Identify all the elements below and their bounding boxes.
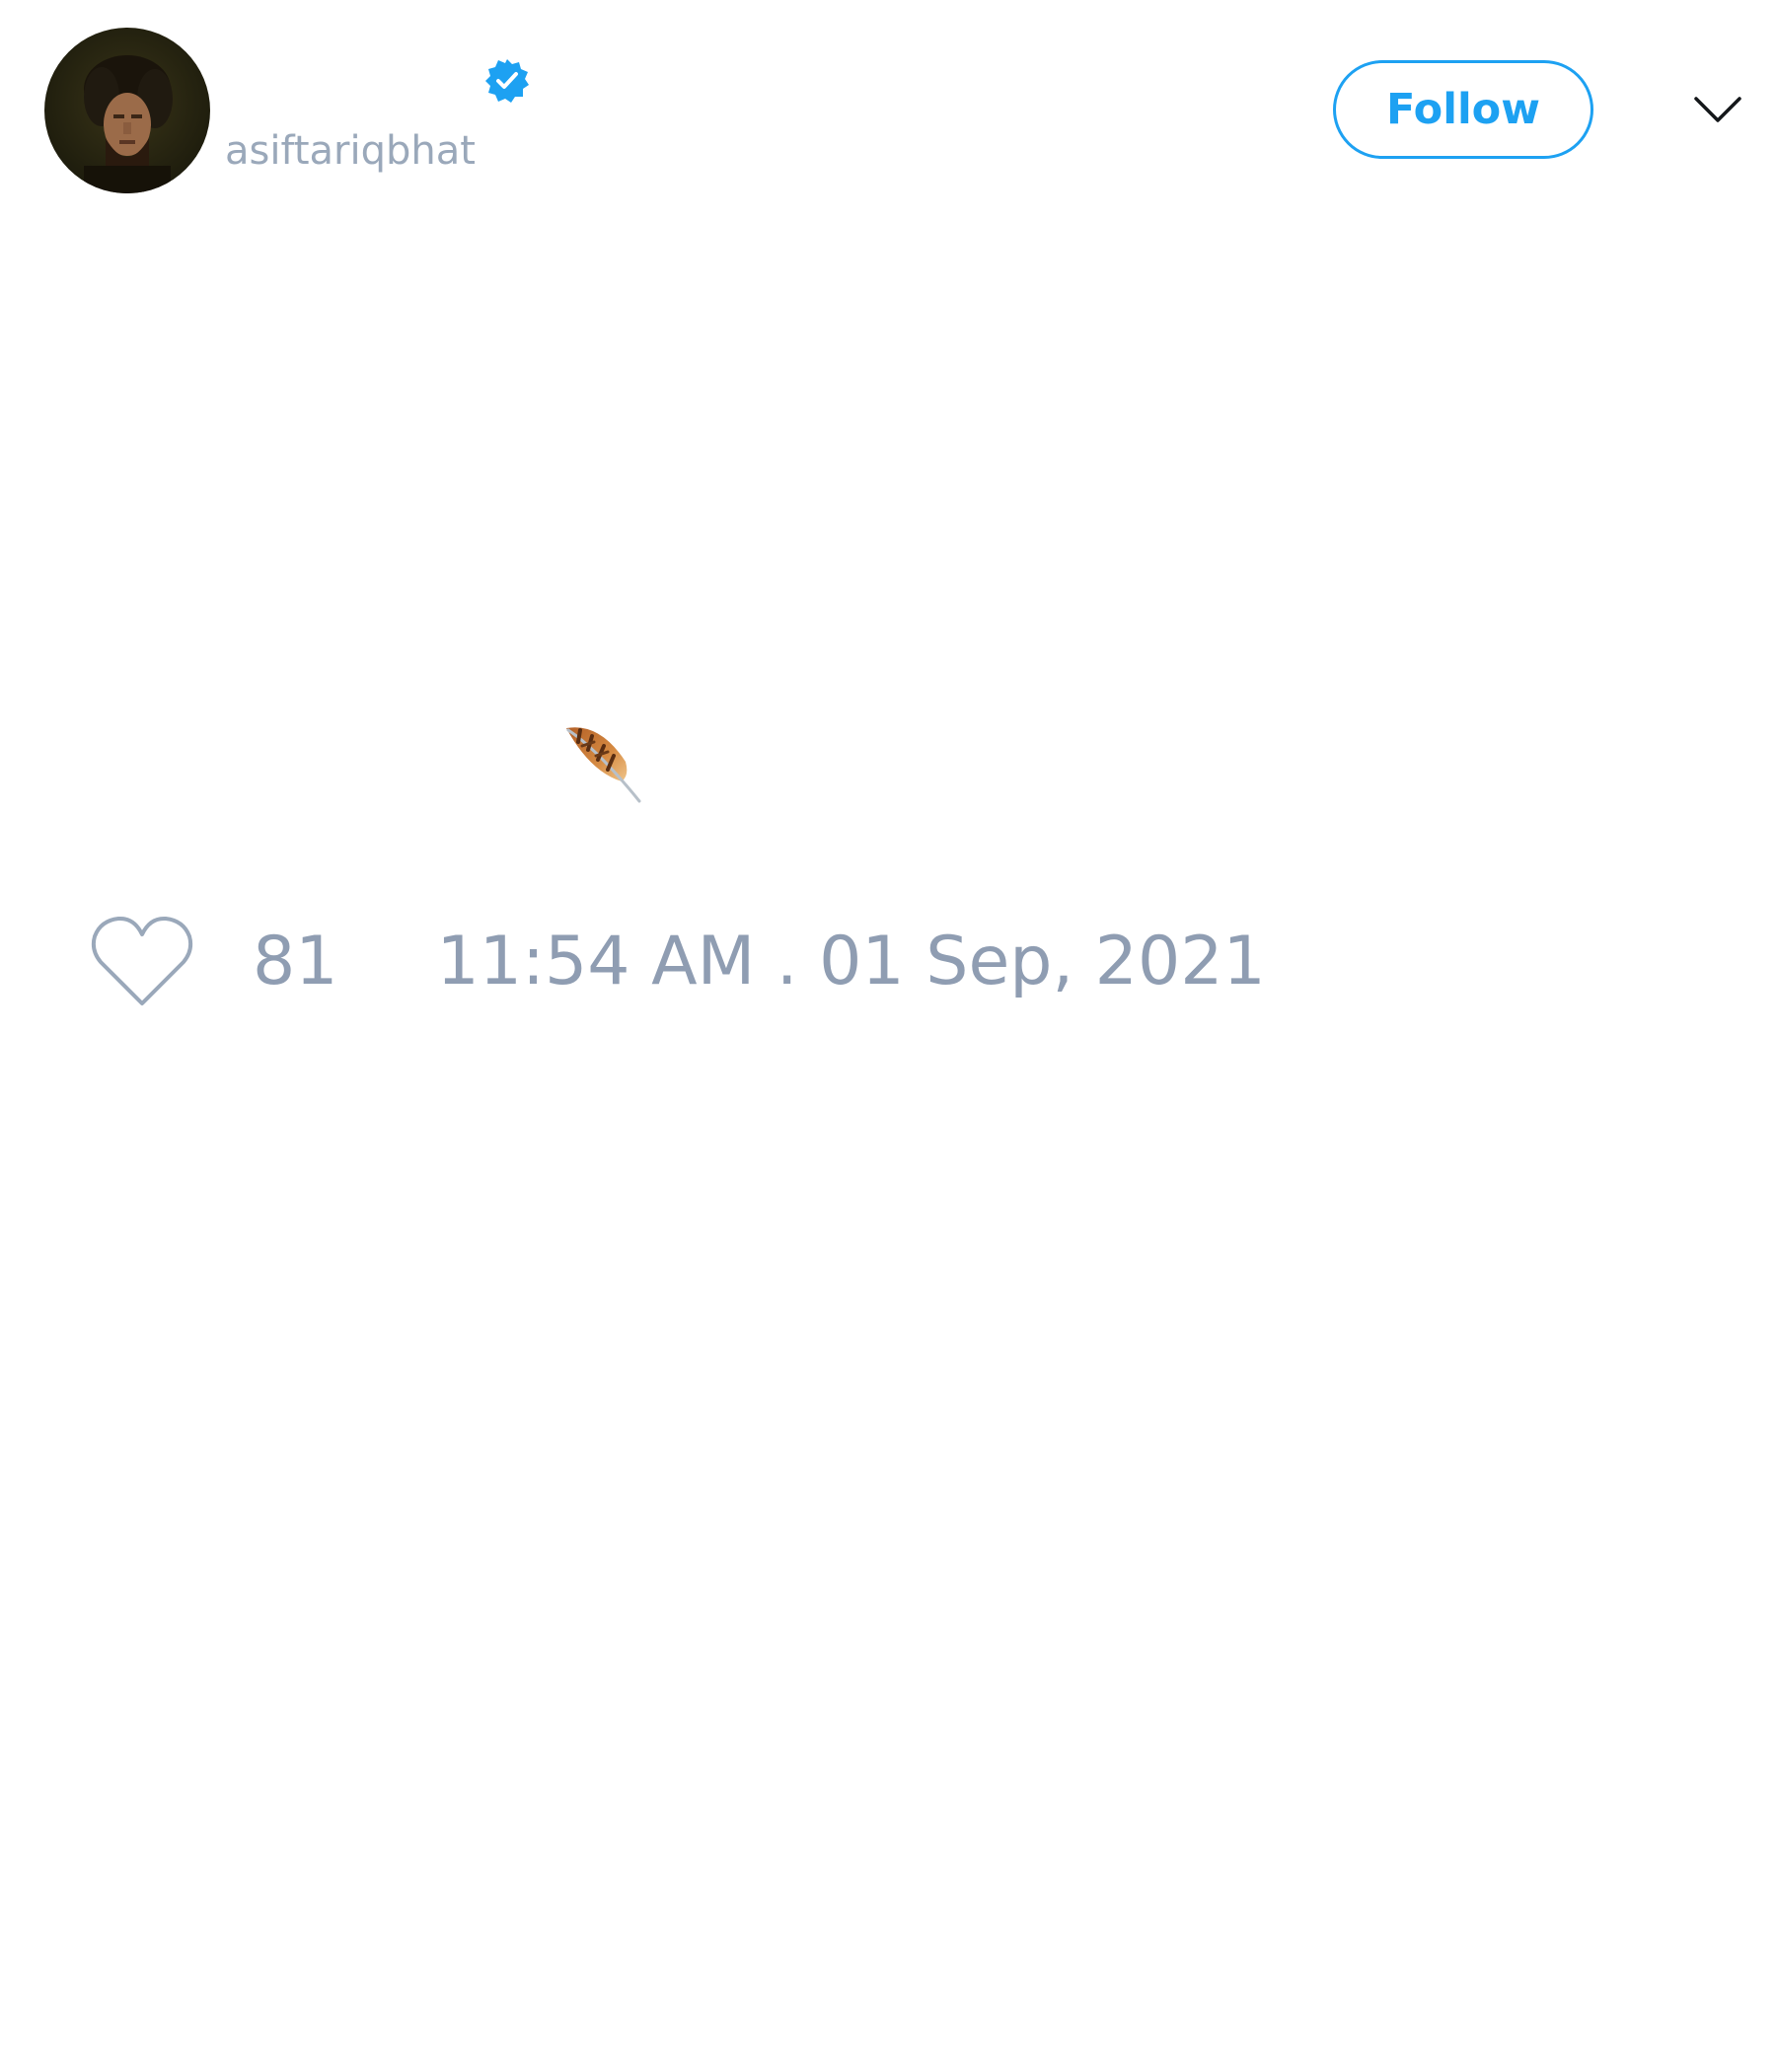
follow-button[interactable]: Follow — [1333, 60, 1593, 159]
tweet-card: asiftariqbhat Follow 81 11:54 AM . 01 Se… — [0, 0, 1776, 2072]
like-count: 81 — [253, 923, 338, 1000]
tweet-footer: 81 11:54 AM . 01 Sep, 2021 — [89, 913, 1266, 1011]
tweet-text — [225, 227, 1606, 819]
feather-icon — [560, 720, 643, 803]
chevron-down-icon[interactable] — [1693, 91, 1742, 128]
verified-badge-icon — [483, 57, 531, 105]
heart-icon[interactable] — [89, 913, 195, 1011]
avatar[interactable] — [44, 28, 210, 193]
handle[interactable]: asiftariqbhat — [225, 126, 476, 176]
avatar-photo — [44, 28, 210, 193]
tweet-timestamp[interactable]: 11:54 AM . 01 Sep, 2021 — [437, 913, 1266, 1011]
